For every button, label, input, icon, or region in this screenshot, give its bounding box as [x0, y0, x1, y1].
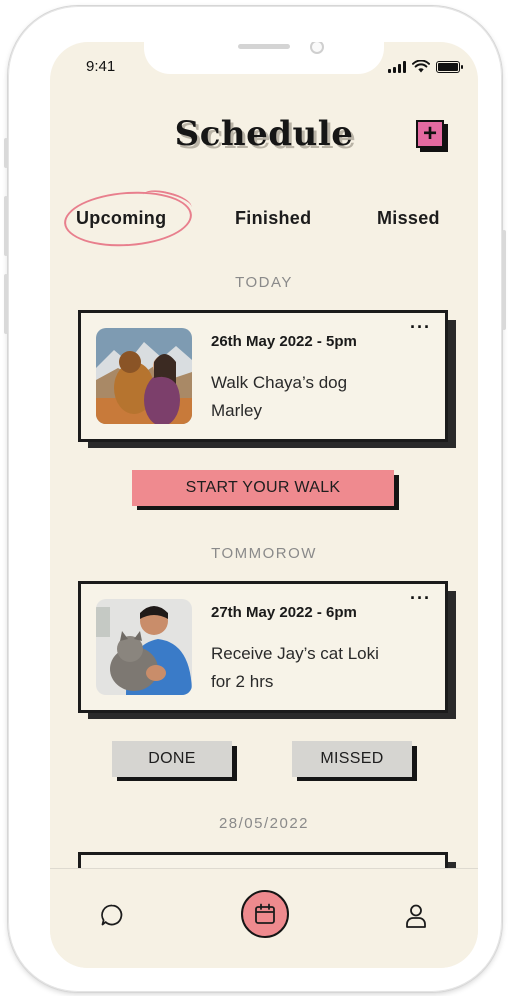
status-icons [388, 60, 463, 73]
notch [144, 42, 384, 74]
card-date: 27th May 2022 - 6pm [211, 604, 357, 621]
volume-up-button [4, 196, 8, 256]
cat-photo [96, 599, 192, 695]
speaker [238, 44, 290, 49]
tab-missed[interactable]: Missed [377, 208, 440, 229]
start-walk-button[interactable]: START YOUR WALK [132, 470, 394, 506]
wifi-icon [412, 60, 430, 73]
more-options-icon[interactable]: ··· [410, 317, 431, 338]
phone-frame: 9:41 Schedule + Upcoming Finished Missed… [4, 6, 506, 992]
schedule-card-today[interactable]: 26th May 2022 - 5pm Walk Chaya’s dog Mar… [78, 310, 448, 442]
add-schedule-button[interactable]: + [416, 120, 444, 148]
page-title: Schedule [174, 114, 354, 154]
tab-finished[interactable]: Finished [235, 208, 311, 229]
section-heading-tomorrow: TOMMOROW [211, 545, 317, 562]
status-time: 9:41 [86, 58, 116, 75]
battery-icon [436, 61, 463, 73]
power-button [502, 230, 506, 330]
done-button[interactable]: DONE [112, 741, 232, 777]
schedule-card-tomorrow[interactable]: 27th May 2022 - 6pm Receive Jay’s cat Lo… [78, 581, 448, 713]
app-screen: 9:41 Schedule + Upcoming Finished Missed… [50, 42, 478, 968]
card-description: Receive Jay’s cat Loki for 2 hrs [211, 644, 379, 691]
volume-down-button [4, 274, 8, 334]
bottom-nav [50, 868, 478, 968]
mute-switch [4, 138, 8, 168]
chat-bubble-icon[interactable] [100, 903, 124, 927]
tab-upcoming[interactable]: Upcoming [76, 208, 166, 229]
calendar-icon [255, 903, 275, 924]
front-camera [310, 42, 324, 54]
cellular-signal-icon [388, 61, 406, 73]
nav-calendar-button[interactable] [241, 890, 289, 938]
section-heading-date: 28/05/2022 [218, 815, 310, 832]
user-icon[interactable] [404, 903, 428, 929]
card-description: Walk Chaya’s dog Marley [211, 373, 348, 420]
card-date: 26th May 2022 - 5pm [211, 333, 357, 350]
dog-photo [96, 328, 192, 424]
section-heading-today: TODAY [235, 274, 293, 291]
missed-button[interactable]: MISSED [292, 741, 412, 777]
more-options-icon[interactable]: ··· [410, 588, 431, 609]
